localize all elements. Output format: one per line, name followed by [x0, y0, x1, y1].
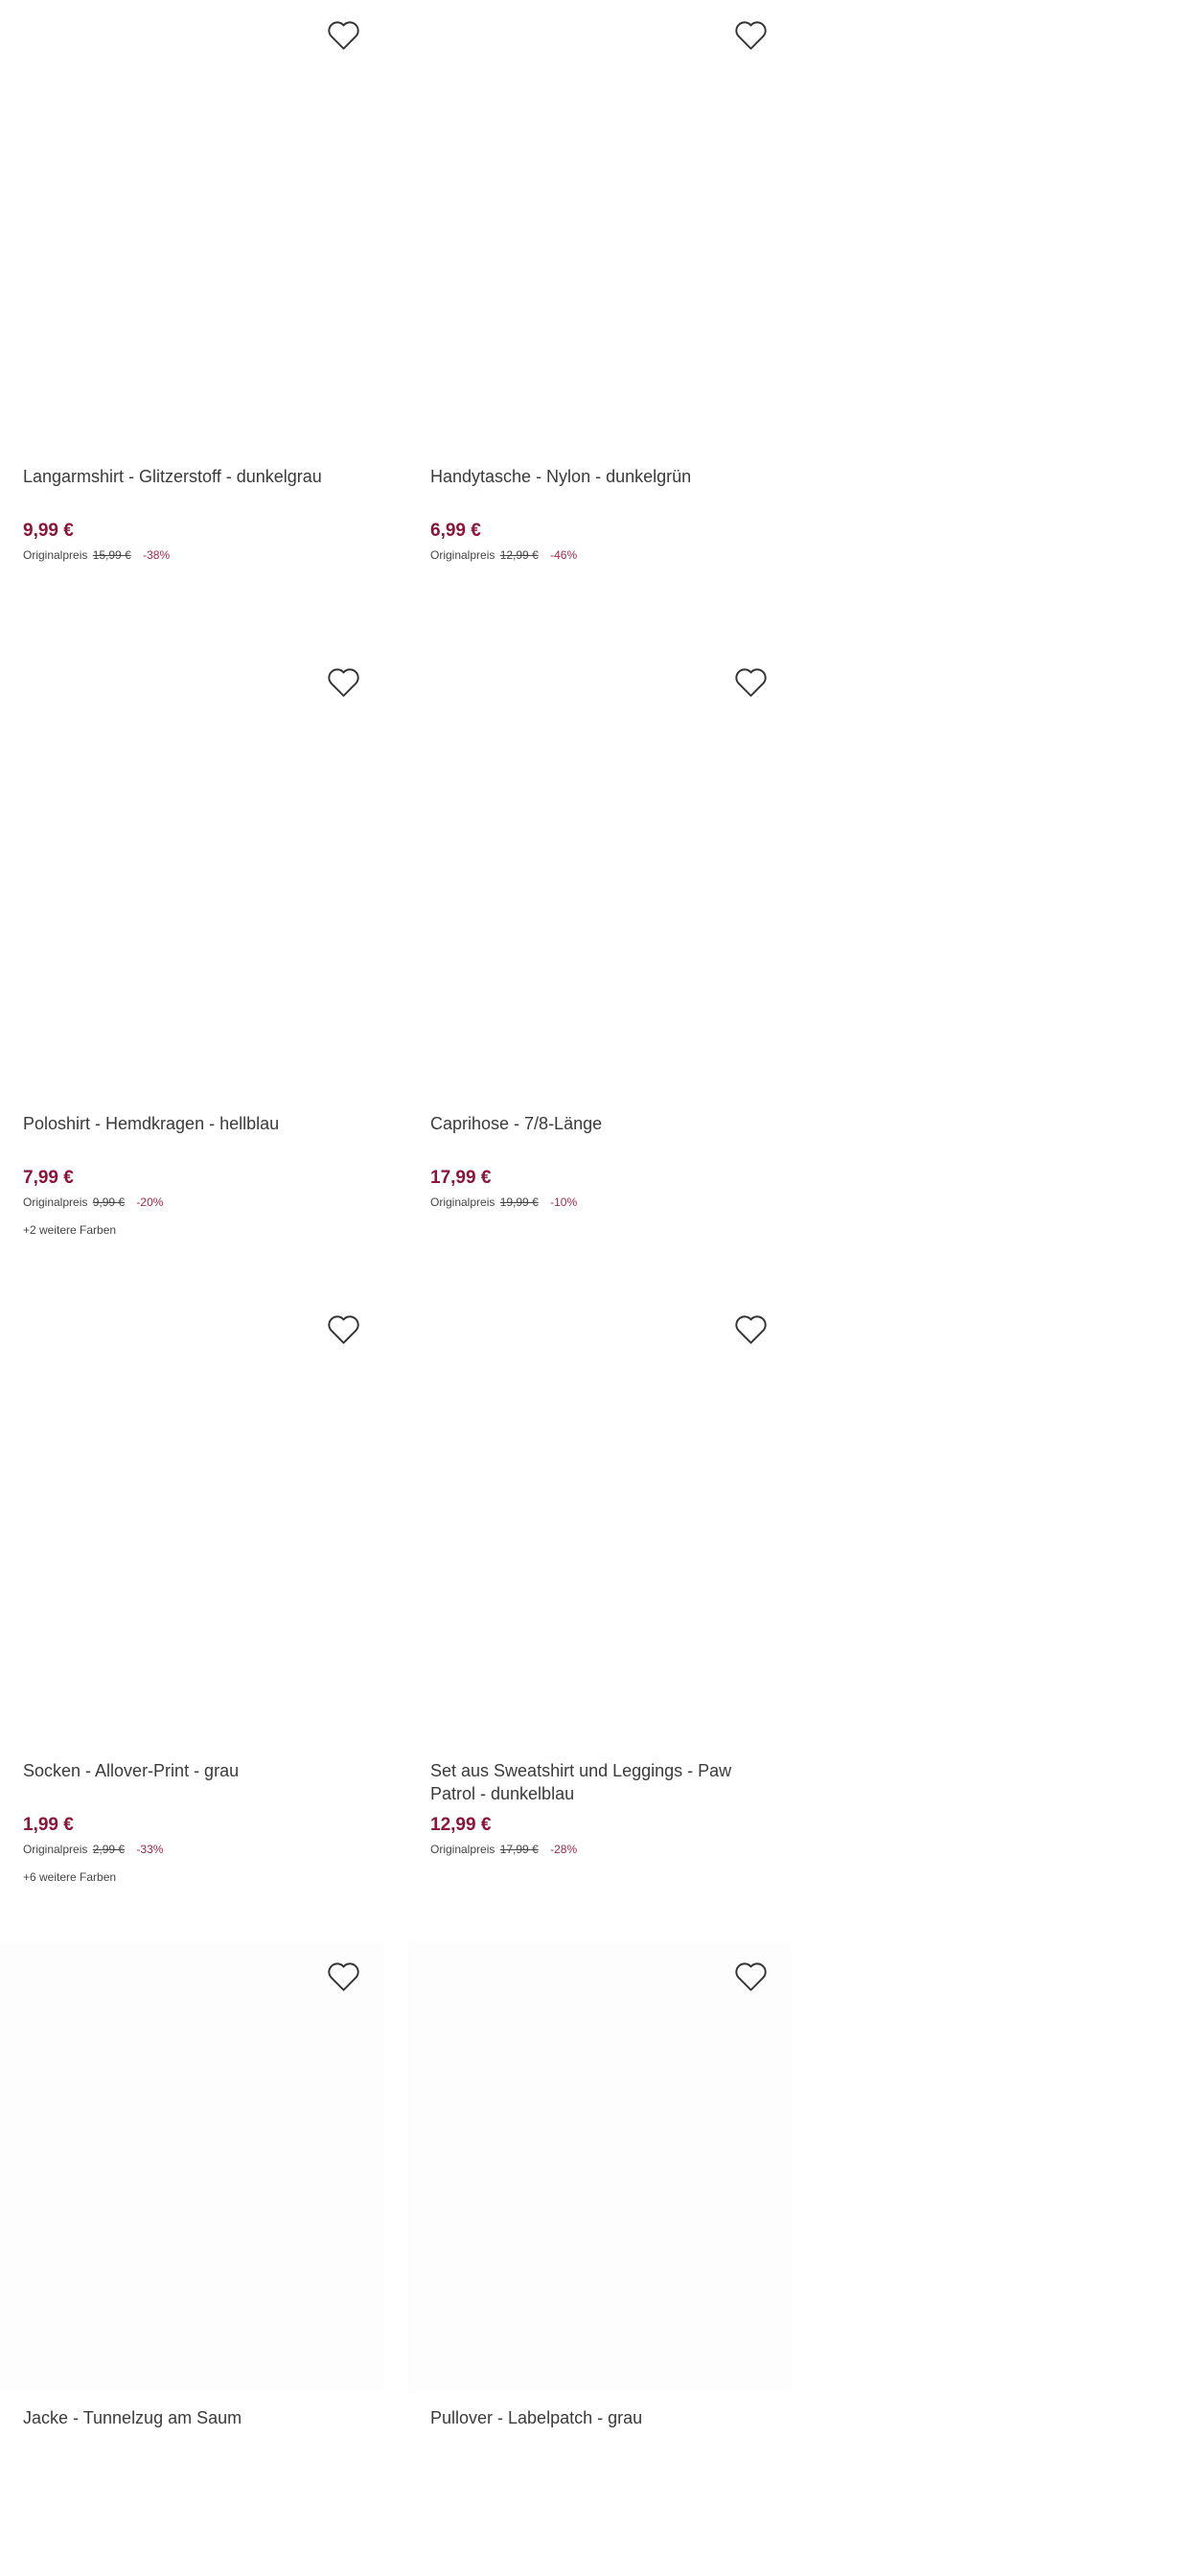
original-price-line: Originalpreis 12,99 € -46%	[430, 548, 577, 562]
wishlist-button[interactable]	[731, 17, 770, 52]
heart-outline-icon	[734, 667, 767, 697]
discount-badge: -33%	[136, 1843, 164, 1856]
discount-badge: -20%	[136, 1195, 164, 1209]
product-price: 12,99 €	[430, 1815, 492, 1835]
wishlist-button[interactable]	[731, 664, 770, 699]
more-colors-link[interactable]: +6 weitere Farben	[23, 1870, 116, 1884]
product-image[interactable]	[0, 647, 383, 1098]
product-title[interactable]: Poloshirt - Hemdkragen - hellblau	[23, 1112, 368, 1135]
product-card[interactable]: Langarmshirt - Glitzerstoff - dunkelgrau…	[0, 0, 383, 635]
heart-outline-icon	[327, 1961, 359, 1991]
original-price: 2,99 €	[92, 1843, 126, 1856]
more-colors-link[interactable]: +2 weitere Farben	[23, 1223, 116, 1237]
product-price: 6,99 €	[430, 521, 481, 541]
original-price-label: Originalpreis	[23, 1843, 88, 1856]
wishlist-button[interactable]	[324, 664, 362, 699]
product-price: 7,99 €	[23, 1168, 74, 1188]
original-price-label: Originalpreis	[430, 1843, 495, 1856]
heart-outline-icon	[327, 20, 359, 50]
product-card[interactable]: Socken - Allover-Print - grau 1,99 € Ori…	[0, 1294, 383, 1929]
wishlist-button[interactable]	[731, 1959, 770, 1993]
product-card[interactable]: Poloshirt - Hemdkragen - hellblau 7,99 €…	[0, 647, 383, 1282]
wishlist-button[interactable]	[324, 1959, 362, 1993]
product-title[interactable]: Caprihose - 7/8-Länge	[430, 1112, 775, 1135]
original-price-label: Originalpreis	[430, 548, 495, 562]
product-image[interactable]	[0, 1941, 383, 2392]
product-image[interactable]	[407, 0, 791, 451]
original-price-label: Originalpreis	[430, 1195, 495, 1209]
heart-outline-icon	[734, 1314, 767, 1344]
product-card[interactable]: Handytasche - Nylon - dunkelgrün 6,99 € …	[407, 0, 791, 635]
original-price-line: Originalpreis 19,99 € -10%	[430, 1195, 577, 1209]
original-price: 15,99 €	[92, 548, 131, 562]
product-image[interactable]	[0, 1294, 383, 1745]
product-card[interactable]: Pullover - Labelpatch - grau	[407, 1941, 791, 2576]
product-title[interactable]: Socken - Allover-Print - grau	[23, 1759, 368, 1782]
product-image[interactable]	[0, 0, 383, 451]
discount-badge: -10%	[550, 1195, 578, 1209]
original-price: 17,99 €	[499, 1843, 539, 1856]
original-price-line: Originalpreis 2,99 € -33%	[23, 1843, 163, 1856]
original-price: 9,99 €	[92, 1195, 126, 1209]
wishlist-button[interactable]	[324, 17, 362, 52]
original-price-line: Originalpreis 9,99 € -20%	[23, 1195, 163, 1209]
product-image[interactable]	[407, 1941, 791, 2392]
product-price: 17,99 €	[430, 1168, 492, 1188]
heart-outline-icon	[327, 1314, 359, 1344]
product-title[interactable]: Set aus Sweatshirt und Leggings - Paw Pa…	[430, 1759, 775, 1805]
product-price: 9,99 €	[23, 521, 74, 541]
original-price-label: Originalpreis	[23, 1195, 88, 1209]
product-card[interactable]: Caprihose - 7/8-Länge 17,99 € Originalpr…	[407, 647, 791, 1282]
original-price: 19,99 €	[499, 1195, 539, 1209]
wishlist-button[interactable]	[324, 1311, 362, 1346]
product-title[interactable]: Pullover - Labelpatch - grau	[430, 2406, 775, 2429]
product-title[interactable]: Jacke - Tunnelzug am Saum	[23, 2406, 368, 2429]
wishlist-button[interactable]	[731, 1311, 770, 1346]
product-image[interactable]	[407, 1294, 791, 1745]
product-title[interactable]: Langarmshirt - Glitzerstoff - dunkelgrau	[23, 465, 368, 488]
product-title[interactable]: Handytasche - Nylon - dunkelgrün	[430, 465, 775, 488]
heart-outline-icon	[734, 1961, 767, 1991]
discount-badge: -38%	[143, 548, 171, 562]
discount-badge: -46%	[550, 548, 578, 562]
heart-outline-icon	[734, 20, 767, 50]
heart-outline-icon	[327, 667, 359, 697]
product-price: 1,99 €	[23, 1815, 74, 1835]
original-price-label: Originalpreis	[23, 548, 88, 562]
product-card[interactable]: Jacke - Tunnelzug am Saum	[0, 1941, 383, 2576]
original-price: 12,99 €	[499, 548, 539, 562]
product-grid: Langarmshirt - Glitzerstoff - dunkelgrau…	[0, 0, 1198, 2427]
original-price-line: Originalpreis 15,99 € -38%	[23, 548, 170, 562]
discount-badge: -28%	[550, 1843, 578, 1856]
product-card[interactable]: Set aus Sweatshirt und Leggings - Paw Pa…	[407, 1294, 791, 1929]
original-price-line: Originalpreis 17,99 € -28%	[430, 1843, 577, 1856]
product-image[interactable]	[407, 647, 791, 1098]
